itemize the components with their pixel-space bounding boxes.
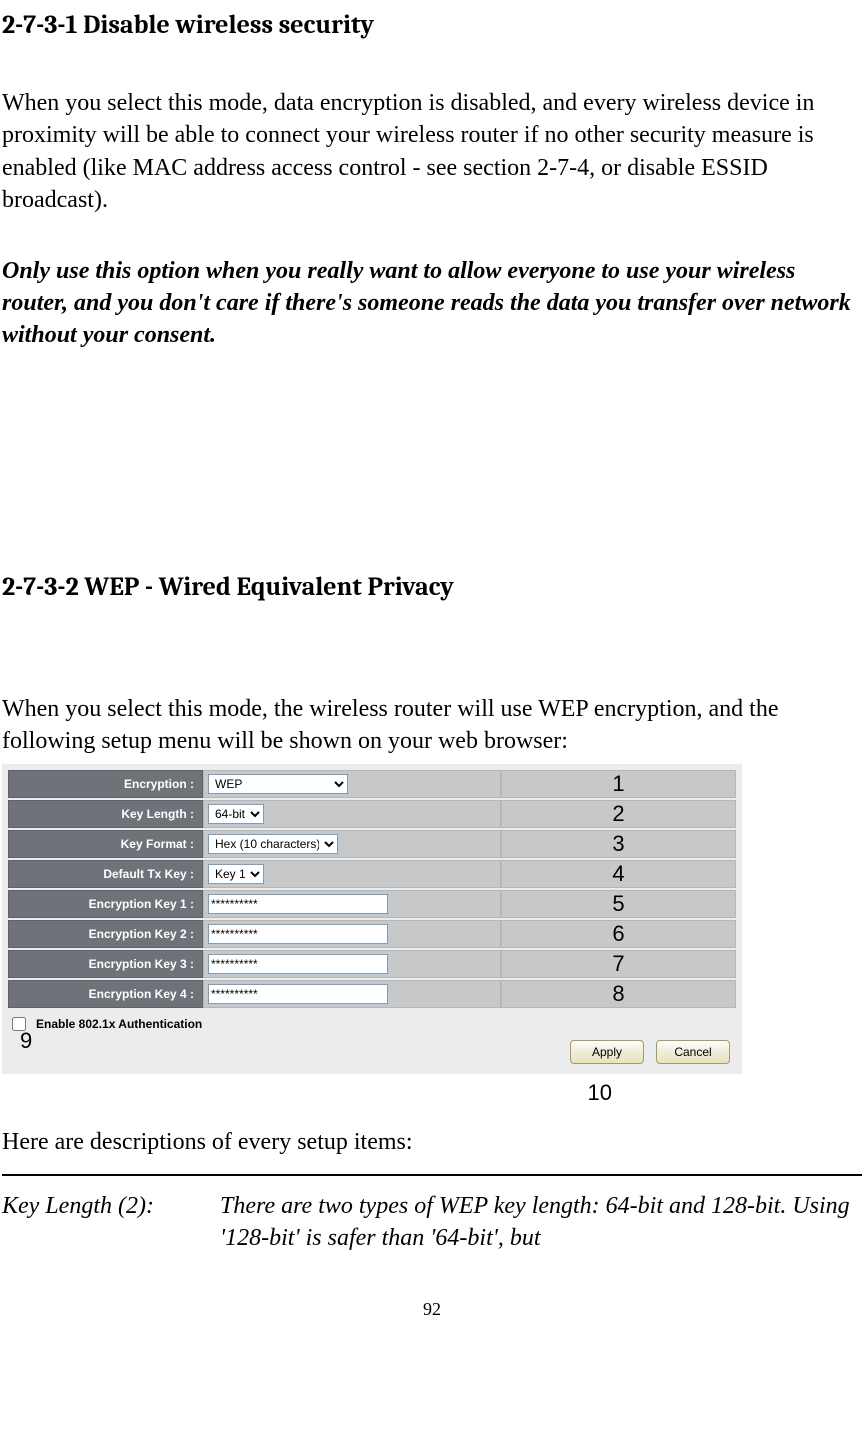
select-key-format[interactable]: Hex (10 characters) <box>208 834 338 854</box>
callout-5: 5 <box>501 890 736 918</box>
label-enc-key-4: Encryption Key 4 : <box>8 980 203 1008</box>
description-key-length: Key Length (2): There are two types of W… <box>2 1190 862 1255</box>
callout-4: 4 <box>501 860 736 888</box>
row-enable-8021x: Enable 802.1x Authentication <box>8 1010 736 1040</box>
wep-settings-screenshot: Encryption : WEP 1 Key Length : 64-bit 2… <box>2 764 742 1074</box>
apply-button[interactable]: Apply <box>570 1040 644 1064</box>
callout-10: 10 <box>2 1078 742 1108</box>
row-encryption: Encryption : WEP 1 <box>8 770 736 798</box>
section-heading-disable-security: 2-7-3-1 Disable wireless security <box>2 8 862 43</box>
callout-1: 1 <box>501 770 736 798</box>
row-enc-key-4: Encryption Key 4 : 8 <box>8 980 736 1008</box>
callout-3: 3 <box>501 830 736 858</box>
label-enable-8021x: Enable 802.1x Authentication <box>36 1016 202 1032</box>
description-term: Key Length (2): <box>2 1190 220 1255</box>
label-key-length: Key Length : <box>8 800 203 828</box>
descriptions-heading: Here are descriptions of every setup ite… <box>2 1126 862 1158</box>
input-enc-key-1[interactable] <box>208 894 388 914</box>
row-enc-key-2: Encryption Key 2 : 6 <box>8 920 736 948</box>
label-enc-key-1: Encryption Key 1 : <box>8 890 203 918</box>
description-definition: There are two types of WEP key length: 6… <box>220 1190 862 1255</box>
wep-intro: When you select this mode, the wireless … <box>2 693 862 758</box>
disable-security-description: When you select this mode, data encrypti… <box>2 87 862 217</box>
section-heading-wep: 2-7-3-2 WEP - Wired Equivalent Privacy <box>2 570 862 605</box>
callout-7: 7 <box>501 950 736 978</box>
callout-6: 6 <box>501 920 736 948</box>
label-default-tx-key: Default Tx Key : <box>8 860 203 888</box>
separator-line <box>2 1174 862 1176</box>
label-enc-key-3: Encryption Key 3 : <box>8 950 203 978</box>
select-encryption[interactable]: WEP <box>208 774 348 794</box>
callout-2: 2 <box>501 800 736 828</box>
row-enc-key-1: Encryption Key 1 : 5 <box>8 890 736 918</box>
select-default-tx-key[interactable]: Key 1 <box>208 864 264 884</box>
row-key-length: Key Length : 64-bit 2 <box>8 800 736 828</box>
row-key-format: Key Format : Hex (10 characters) 3 <box>8 830 736 858</box>
page-number: 92 <box>2 1297 862 1321</box>
label-encryption: Encryption : <box>8 770 203 798</box>
callout-8: 8 <box>501 980 736 1008</box>
row-enc-key-3: Encryption Key 3 : 7 <box>8 950 736 978</box>
select-key-length[interactable]: 64-bit <box>208 804 264 824</box>
cancel-button[interactable]: Cancel <box>656 1040 730 1064</box>
input-enc-key-2[interactable] <box>208 924 388 944</box>
label-enc-key-2: Encryption Key 2 : <box>8 920 203 948</box>
input-enc-key-3[interactable] <box>208 954 388 974</box>
callout-9: 9 <box>20 1026 32 1056</box>
disable-security-warning: Only use this option when you really wan… <box>2 255 862 352</box>
label-key-format: Key Format : <box>8 830 203 858</box>
row-default-tx-key: Default Tx Key : Key 1 4 <box>8 860 736 888</box>
input-enc-key-4[interactable] <box>208 984 388 1004</box>
